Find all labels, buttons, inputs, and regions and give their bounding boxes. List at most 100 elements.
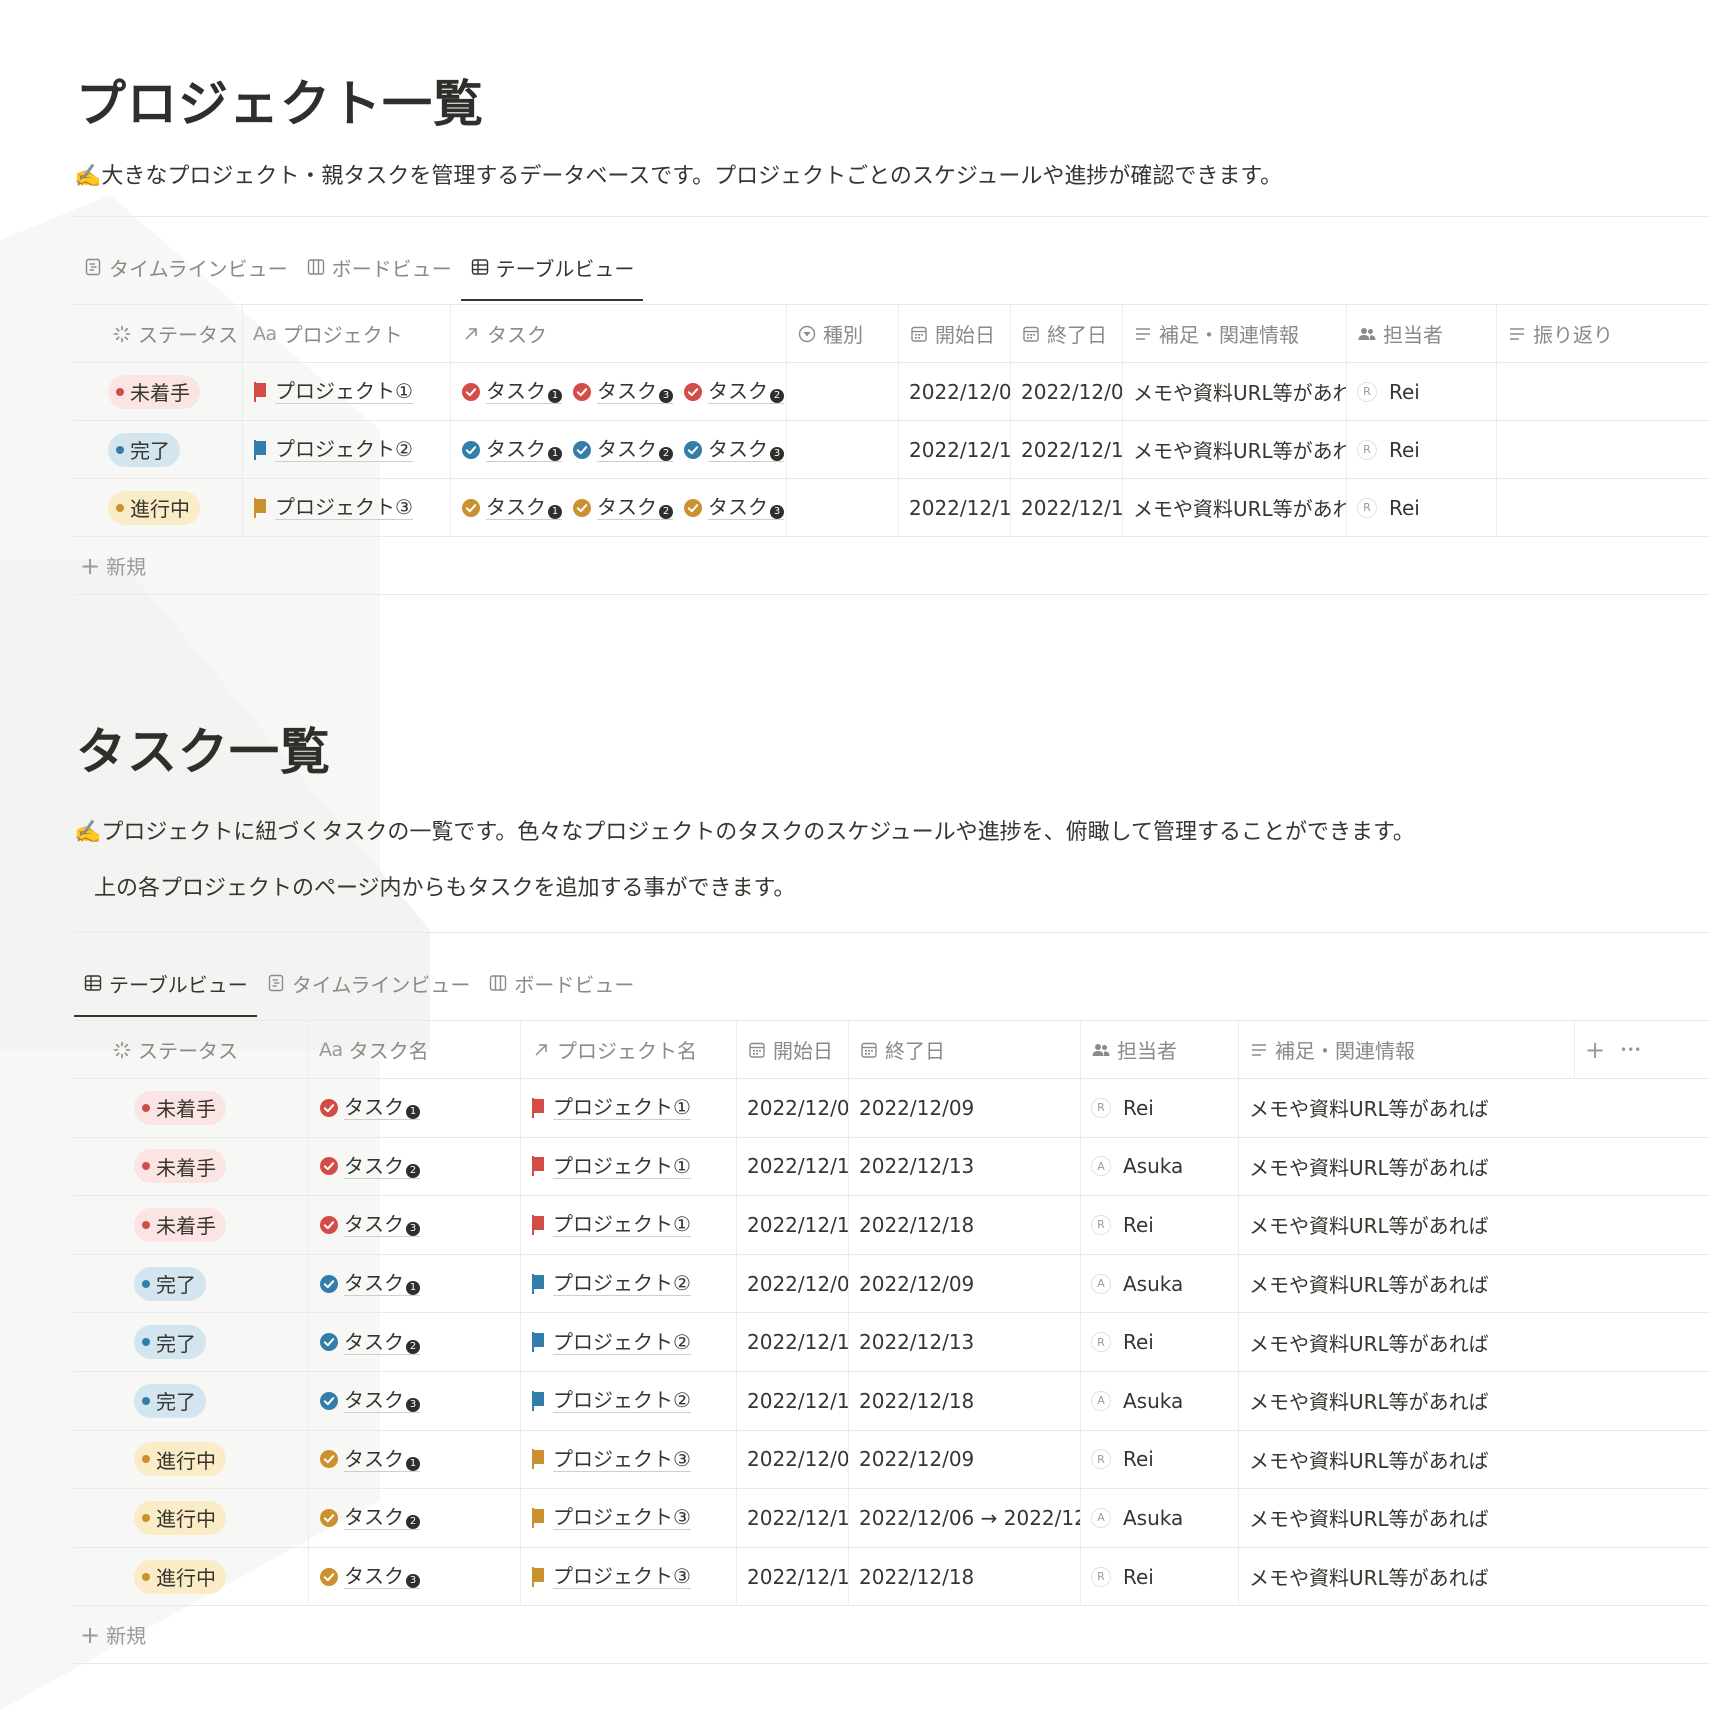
table-cell[interactable]: プロジェクト③: [520, 1547, 736, 1606]
table-cell[interactable]: メモや資料URL等があれば: [1238, 1313, 1648, 1371]
assignee[interactable]: A Asuka: [1091, 1506, 1183, 1530]
table-cell[interactable]: 進行中: [74, 1489, 308, 1547]
table-cell[interactable]: 2022/12/09: [848, 1079, 1080, 1137]
tab-table[interactable]: テーブルビュー: [74, 961, 257, 1017]
table-cell[interactable]: R Rei: [1080, 1313, 1238, 1371]
column-header[interactable]: ステータス: [74, 305, 242, 362]
more-options-button[interactable]: •••: [1610, 1021, 1660, 1078]
column-header[interactable]: Aa タスク名: [308, 1021, 520, 1078]
table-cell[interactable]: [786, 479, 898, 536]
table-cell[interactable]: メモや資料URL等があれば: [1122, 363, 1346, 420]
column-header[interactable]: 種別: [786, 305, 898, 362]
task-relation-chip[interactable]: タスク 1: [461, 379, 562, 404]
task-relation-chip[interactable]: タスク 3: [683, 437, 784, 462]
project-link[interactable]: プロジェクト③: [531, 1447, 691, 1472]
assignee[interactable]: R Rei: [1091, 1096, 1154, 1120]
task-relation-chip[interactable]: タスク 2: [572, 495, 673, 520]
table-cell[interactable]: 2022/12/09: [848, 1254, 1080, 1313]
table-cell[interactable]: メモや資料URL等があれば: [1238, 1547, 1648, 1606]
tab-table[interactable]: テーブルビュー: [460, 245, 644, 301]
table-cell[interactable]: プロジェクト②: [520, 1254, 736, 1313]
column-header[interactable]: 振り返り: [1496, 305, 1710, 362]
tab-timeline[interactable]: タイムラインビュー: [74, 245, 297, 289]
assignee[interactable]: R Rei: [1091, 1330, 1154, 1354]
project-link[interactable]: プロジェクト②: [531, 1388, 691, 1414]
status-badge[interactable]: 未着手: [134, 1207, 226, 1242]
table-cell[interactable]: 完了: [74, 421, 242, 478]
table-cell[interactable]: 進行中: [74, 479, 242, 536]
table-cell[interactable]: タスク 1: [308, 1254, 520, 1313]
project-link[interactable]: プロジェクト①: [531, 1095, 691, 1121]
table-cell[interactable]: プロジェクト②: [520, 1313, 736, 1371]
new-row-button[interactable]: + 新規: [74, 1605, 1710, 1663]
column-header[interactable]: 終了日: [848, 1021, 1080, 1078]
task-relation-chip[interactable]: タスク 1: [461, 437, 562, 462]
status-badge[interactable]: 未着手: [134, 1090, 226, 1125]
table-cell[interactable]: メモや資料URL等があれば: [1122, 479, 1346, 536]
table-cell[interactable]: A Asuka: [1080, 1489, 1238, 1547]
tab-board[interactable]: ボードビュー: [479, 961, 643, 1005]
assignee[interactable]: A Asuka: [1091, 1389, 1183, 1413]
task-title[interactable]: タスク 2: [319, 1330, 420, 1355]
table-cell[interactable]: タスク 1 タスク 2 タスク 3: [450, 421, 786, 478]
status-badge[interactable]: 完了: [134, 1383, 206, 1418]
status-badge[interactable]: 進行中: [134, 1559, 226, 1594]
table-cell[interactable]: 2022/12/18: [848, 1372, 1080, 1430]
task-title[interactable]: タスク 1: [319, 1447, 420, 1472]
table-cell[interactable]: R Rei: [1080, 1430, 1238, 1489]
table-cell[interactable]: タスク 3: [308, 1547, 520, 1606]
table-cell[interactable]: [1496, 421, 1710, 478]
table-cell[interactable]: 2022/12/10: [736, 1489, 848, 1547]
column-header[interactable]: 担当者: [1346, 305, 1496, 362]
task-title[interactable]: タスク 1: [319, 1095, 420, 1121]
assignee[interactable]: A Asuka: [1091, 1154, 1183, 1178]
table-cell[interactable]: 完了: [74, 1372, 308, 1430]
table-cell[interactable]: メモや資料URL等があれば: [1238, 1254, 1648, 1313]
status-badge[interactable]: 進行中: [108, 490, 200, 525]
task-title[interactable]: タスク 3: [319, 1564, 420, 1590]
column-header[interactable]: 終了日: [1010, 305, 1122, 362]
table-cell[interactable]: R Rei: [1080, 1547, 1238, 1606]
table-row[interactable]: 進行中 タスク1 プロジェクト③ 2022/12/07 2022/12/09 R Rei メモ…: [74, 1429, 1710, 1489]
table-row[interactable]: 未着手プロジェクト①タスク1タスク3タスク22022/12/072022/12/…: [74, 362, 1710, 420]
task-title[interactable]: タスク 3: [319, 1388, 420, 1414]
project-link[interactable]: プロジェクト①: [531, 1154, 691, 1179]
project-link[interactable]: プロジェクト③: [531, 1564, 691, 1590]
table-cell[interactable]: R Rei: [1346, 421, 1496, 478]
table-cell[interactable]: プロジェクト②: [242, 421, 450, 478]
tab-board[interactable]: ボードビュー: [297, 245, 461, 289]
table-cell[interactable]: A Asuka: [1080, 1137, 1238, 1196]
column-header[interactable]: 開始日: [736, 1021, 848, 1078]
table-cell[interactable]: プロジェクト①: [242, 363, 450, 420]
status-badge[interactable]: 未着手: [134, 1149, 226, 1184]
table-cell[interactable]: 進行中: [74, 1548, 308, 1606]
tab-timeline[interactable]: タイムラインビュー: [257, 961, 480, 1005]
column-header[interactable]: 担当者: [1080, 1021, 1238, 1078]
table-cell[interactable]: タスク 2: [308, 1489, 520, 1547]
table-cell[interactable]: プロジェクト③: [242, 479, 450, 536]
column-header[interactable]: タスク: [450, 305, 786, 362]
table-cell[interactable]: メモや資料URL等があれば: [1238, 1430, 1648, 1489]
table-cell[interactable]: [786, 363, 898, 420]
table-cell[interactable]: 未着手: [74, 1079, 308, 1137]
table-cell[interactable]: 2022/12/06 → 2022/12/13: [848, 1489, 1080, 1547]
table-cell[interactable]: [1496, 479, 1710, 536]
task-relation-chip[interactable]: タスク 2: [683, 379, 784, 404]
table-cell[interactable]: 2022/12/10: [898, 421, 1010, 478]
status-badge[interactable]: 進行中: [134, 1500, 226, 1535]
table-cell[interactable]: R Rei: [1346, 479, 1496, 536]
project-link[interactable]: プロジェクト②: [531, 1330, 691, 1355]
column-header[interactable]: Aa プロジェクト: [242, 305, 450, 362]
table-cell[interactable]: 2022/12/07: [736, 1079, 848, 1137]
status-badge[interactable]: 完了: [134, 1266, 206, 1301]
project-link[interactable]: プロジェクト③: [253, 495, 413, 520]
assignee[interactable]: R Rei: [1091, 1213, 1154, 1237]
table-row[interactable]: 進行中 タスク3 プロジェクト③ 2022/12/14 2022/12/18 R Rei メモ…: [74, 1546, 1710, 1606]
status-badge[interactable]: 未着手: [108, 374, 200, 409]
table-row[interactable]: 未着手 タスク2 プロジェクト① 2022/12/10 2022/12/13 A Asuka…: [74, 1136, 1710, 1196]
table-cell[interactable]: 2022/12/18: [848, 1547, 1080, 1606]
table-cell[interactable]: 2022/12/07: [736, 1430, 848, 1489]
table-cell[interactable]: プロジェクト①: [520, 1196, 736, 1254]
assignee[interactable]: A Asuka: [1091, 1272, 1183, 1296]
column-header[interactable]: 補足・関連情報: [1122, 305, 1346, 362]
